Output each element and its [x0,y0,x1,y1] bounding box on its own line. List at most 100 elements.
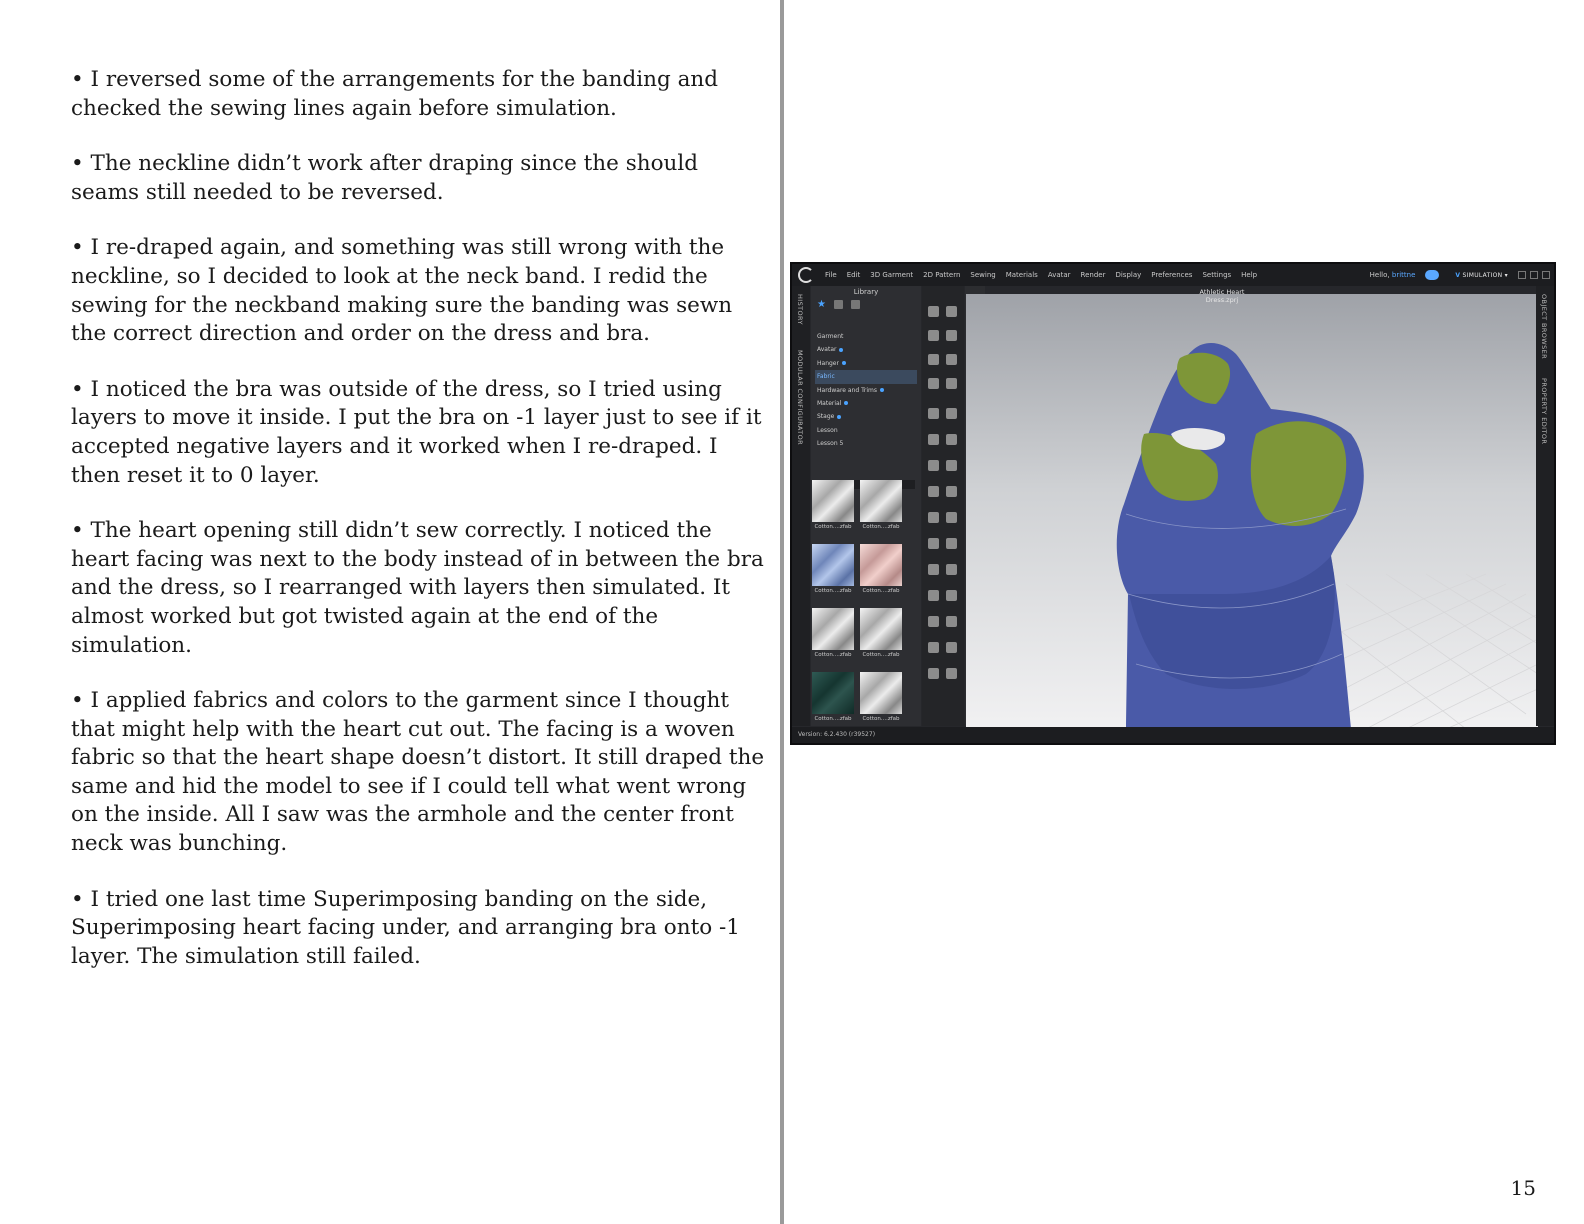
tab-property-editor[interactable]: PROPERTY EDITOR [1540,378,1548,444]
tree-item-lesson[interactable]: Lesson [815,424,917,437]
hanger-tool-icon[interactable] [928,564,939,575]
maximize-icon[interactable] [1530,271,1538,279]
cloud-dot-icon [839,347,844,352]
tree-item-label: Material [817,399,842,407]
status-bar: Version: 6.2.430 (r39527) [792,727,1554,743]
fabric-thumb[interactable]: Cotton....zfab [812,544,854,596]
menu-sewing[interactable]: Sewing [970,271,995,279]
tree-item-label: Lesson [817,426,838,434]
fabric-thumb[interactable]: Cotton....zfab [860,544,902,596]
tree-item-hanger[interactable]: Hanger [815,357,917,370]
ruler-tool-icon[interactable] [946,590,957,601]
library-tree: Garment Avatar Hanger Fabric Hardware an… [815,330,917,451]
column-divider [780,0,784,1224]
tab-history[interactable]: HISTORY [796,294,804,325]
menu-materials[interactable]: Materials [1006,271,1038,279]
fabric-thumb[interactable]: Cotton....zfab [812,672,854,724]
left-side-tabs: HISTORY MODULAR CONFIGURATOR [792,286,810,726]
viewport-title: Athletic Heart Dress.zprj [1199,288,1245,304]
tree-item-garment[interactable]: Garment [815,330,917,343]
right-side-tabs: OBJECT BROWSER PROPERTY EDITOR [1536,286,1554,726]
menu-preferences[interactable]: Preferences [1151,271,1192,279]
fold-tool-icon[interactable] [928,354,939,365]
menu-edit[interactable]: Edit [847,271,861,279]
menu-avatar[interactable]: Avatar [1048,271,1071,279]
document-text-column: • I reversed some of the arrangements fo… [71,66,771,998]
mode-selector[interactable]: V SIMULATION ▾ [1455,272,1508,279]
favorites-star-icon[interactable]: ★ [817,300,826,310]
bullet-paragraph: • I reversed some of the arrangements fo… [71,67,719,121]
shirring-tool-icon[interactable] [928,512,939,523]
fabric-thumb[interactable]: Cotton....zfab [812,480,854,532]
render-tool-icon[interactable] [946,616,957,627]
symmetry-tool-icon[interactable] [946,642,957,653]
3d-viewport[interactable] [966,294,1539,730]
thumb-caption: Cotton....zfab [814,524,852,530]
tree-item-label: Hardware and Trims [817,386,877,394]
menu-render[interactable]: Render [1081,271,1106,279]
library-file-icon[interactable] [851,300,860,309]
cloud-dot-icon [837,414,842,419]
mode-label: SIMULATION [1462,271,1503,279]
annotation-tool-icon[interactable] [928,590,939,601]
menu-file[interactable]: File [825,271,837,279]
camera-tool-icon[interactable] [946,564,957,575]
tree-item-lesson-5[interactable]: Lesson 5 [815,437,917,450]
garment-tool-icon[interactable] [928,378,939,389]
tree-item-stage[interactable]: Stage [815,410,917,423]
fabric-thumb[interactable]: Cotton....zfab [812,608,854,660]
menu-settings[interactable]: Settings [1202,271,1231,279]
line-tool-icon[interactable] [946,408,957,419]
tree-item-material[interactable]: Material [815,397,917,410]
user-greeting: Hello, brittne [1370,271,1416,279]
snapshot-tool-icon[interactable] [928,616,939,627]
puckering-tool-icon[interactable] [928,538,939,549]
texture-tool-icon[interactable] [946,512,957,523]
move-tool-icon[interactable] [946,668,957,679]
edit-tool-icon[interactable] [928,668,939,679]
tree-item-hardware-and-trims[interactable]: Hardware and Trims [815,384,917,397]
tree-item-label: Fabric [817,373,835,381]
library-title: Library [853,288,879,296]
bullet-paragraph: • I tried one last time Superimposing ba… [71,886,740,969]
tab-modular-configurator[interactable]: MODULAR CONFIGURATOR [796,350,804,445]
pen-tool-icon[interactable] [928,434,939,445]
topstitch-tool-icon[interactable] [946,486,957,497]
bullet-paragraph: • The neckline didn’t work after draping… [71,151,699,205]
thumb-caption: Cotton....zfab [862,652,900,658]
thumb-caption: Cotton....zfab [814,588,852,594]
strap-tool-icon[interactable] [928,642,939,653]
menu-2d-pattern[interactable]: 2D Pattern [923,271,960,279]
fabric-thumb[interactable]: Cotton....zfab [860,608,902,660]
close-icon[interactable] [1542,271,1550,279]
menu-3d-garment[interactable]: 3D Garment [870,271,913,279]
tree-item-fabric[interactable]: Fabric [815,370,917,384]
pin-tool-icon[interactable] [946,330,957,341]
avatar-tool-icon[interactable] [946,306,957,317]
menu-help[interactable]: Help [1241,271,1257,279]
library-folder-icon[interactable] [834,300,843,309]
menu-display[interactable]: Display [1115,271,1141,279]
zipper-tool-icon[interactable] [928,486,939,497]
arrange-tool-icon[interactable] [928,408,939,419]
measure-tool-icon[interactable] [946,378,957,389]
fabric-thumb[interactable]: Cotton....zfab [860,480,902,532]
graphic-tool-icon[interactable] [946,538,957,549]
shrink-tool-icon[interactable] [946,434,957,445]
transform-tool-icon[interactable] [928,330,939,341]
trim-tool-icon[interactable] [928,460,939,471]
minimize-icon[interactable] [1518,271,1526,279]
bullet-paragraph: • The heart opening still didn’t sew cor… [71,518,764,658]
thumb-caption: Cotton....zfab [814,716,852,722]
tab-object-browser[interactable]: OBJECT BROWSER [1540,294,1548,359]
thumb-caption: Cotton....zfab [814,652,852,658]
cloud-icon[interactable] [1425,270,1440,280]
tree-item-avatar[interactable]: Avatar [815,343,917,356]
button-tool-icon[interactable] [946,460,957,471]
fabric-thumb[interactable]: Cotton....zfab [860,672,902,724]
username[interactable]: brittne [1392,271,1416,279]
select-tool-icon[interactable] [928,306,939,317]
thumb-caption: Cotton....zfab [862,524,900,530]
tree-item-label: Hanger [817,359,839,367]
tack-tool-icon[interactable] [946,354,957,365]
